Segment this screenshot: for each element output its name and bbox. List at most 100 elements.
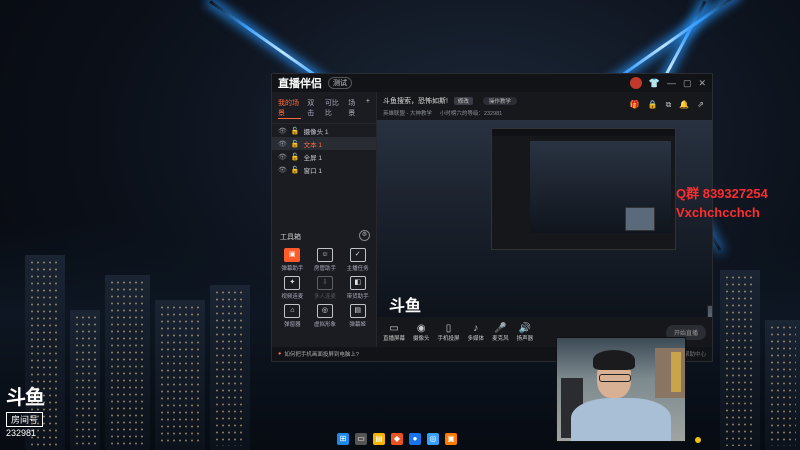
source-button[interactable]: ▯ 手机投屏 [438,323,460,342]
app2-icon[interactable]: ● [409,433,421,445]
shirt-icon[interactable]: 👕 [649,78,660,89]
status-text[interactable]: 如何把手机画面投屏到电脑上? [284,350,359,358]
game-category: 英雄联盟 - 大神教学 [383,111,432,117]
tool-icon: ▣ [284,248,301,262]
edit-chip[interactable]: 修改 [453,97,473,105]
tab-scene[interactable]: 场景 [348,98,360,119]
tool-item[interactable]: ◎ 虚拟形象 [309,304,342,328]
tab-double[interactable]: 双击 [307,98,319,119]
square-icon[interactable]: ▢ [683,78,692,89]
wechat-overlay: Vxchchcchch [676,205,760,220]
tool-label: 主播任务 [346,266,369,272]
help-center-link[interactable]: 帮助中心 [684,350,706,358]
taskview-icon[interactable]: ▭ [355,433,367,445]
source-button[interactable]: 🔊 扬声器 [517,323,534,342]
tool-icon: ⌂ [284,304,301,318]
lock-icon[interactable]: 🔓 [291,153,300,161]
scene-item[interactable]: 👁 🔓 文本 1 [272,137,376,150]
source-button[interactable]: 🎤 麦克风 [492,323,509,342]
live-companion-window: 直播伴侣 测试 👕 — ▢ ✕ 我的场景 双击 可比比 场景 + 👁 🔓 摄像头 1… [271,73,713,362]
version-badge[interactable]: 测试 [328,77,352,89]
lock-icon[interactable]: 🔓 [291,166,300,174]
share-icon[interactable]: ⇗ [697,100,704,110]
eye-icon[interactable]: 👁 [278,166,287,174]
room-label: 房间号 [6,412,44,427]
tool-icon: ☺ [316,248,333,262]
tool-item[interactable]: ▣ 弹幕助手 [276,248,309,272]
webcam-overlay [556,337,686,442]
tab-my-scenes[interactable]: 我的场景 [278,98,302,119]
scene-item[interactable]: 👁 🔓 窗口 1 [272,163,376,176]
tool-item[interactable]: ◧ 带货助手 [341,276,374,300]
copy-icon[interactable]: ⧉ [666,100,672,110]
bell-icon[interactable]: 🔔 [679,100,689,110]
tool-item[interactable]: ✓ 主播任务 [341,248,374,272]
scene-item[interactable]: 👁 🔓 全屏 1 [272,150,376,163]
tab-compare[interactable]: 可比比 [325,98,342,119]
close-icon[interactable]: ✕ [698,78,706,89]
douyu-logo: 斗鱼 [6,387,45,409]
scene-item[interactable]: 👁 🔓 摄像头 1 [272,124,376,137]
question-icon: ● [278,351,282,357]
tool-item[interactable]: ▤ 弹幕姬 [341,304,374,328]
category-chip[interactable]: 操作教学 [482,97,517,105]
tool-icon: ▤ [349,304,366,318]
folder-icon[interactable]: ▤ [373,433,385,445]
scene-list: 👁 🔓 摄像头 1 👁 🔓 文本 1 👁 🔓 全屏 1 👁 🔓 窗口 1 [272,124,376,176]
tray-dot [695,437,701,443]
scene-name: 窗口 1 [303,167,323,175]
eye-icon[interactable]: 👁 [278,127,287,135]
tool-label: 弹幕姬 [349,322,366,328]
tool-label: 虚拟形象 [313,322,336,328]
add-scene-button[interactable]: + [366,98,370,119]
tool-item[interactable]: ⌂ 弹窗器 [276,304,309,328]
browser-icon[interactable]: ◎ [427,433,439,445]
rank-info: 小时榜六的等级：232981 [439,111,503,117]
source-label: 多媒体 [467,335,485,342]
stream-preview[interactable]: 斗鱼 [377,120,712,328]
tool-icon: ◎ [316,304,333,318]
source-button[interactable]: ◉ 摄像头 [413,323,430,342]
lock-icon[interactable]: 🔓 [291,127,300,135]
tool-item[interactable]: ⇩ 多人连麦 [309,276,342,300]
tool-label: 弹窗器 [284,322,301,328]
lock-icon[interactable]: 🔒 [648,100,658,110]
eye-icon[interactable]: 👁 [278,140,287,148]
source-label: 扬声器 [516,335,534,342]
windows-icon[interactable]: ⊞ [337,433,349,445]
scene-panel: 我的场景 双击 可比比 场景 + 👁 🔓 摄像头 1 👁 🔓 文本 1 👁 🔓 全屏 1 👁 🔓 窗口… [272,92,377,347]
main-area: 斗鱼搜索，恐怖如斯! 修改 操作教学 英雄联盟 - 大神教学 小时榜六的等级：2… [377,92,712,347]
tool-item[interactable]: ☺ 房管助手 [309,248,342,272]
source-icon: ♪ [473,322,479,334]
preview-douyu-logo: 斗鱼 [389,298,422,315]
source-icon: 🔊 [518,322,532,334]
room-title[interactable]: 斗鱼搜索，恐怖如斯! [383,98,448,105]
title-bar[interactable]: 直播伴侣 测试 👕 — ▢ ✕ [272,74,712,92]
tool-icon: ◧ [349,276,366,290]
douyu-icon[interactable]: ▣ [445,433,457,445]
lock-icon[interactable]: 🔓 [291,140,300,148]
source-label: 直播屏幕 [383,335,406,342]
scene-name: 全屏 1 [303,154,323,162]
tool-item[interactable]: ✦ 视频连麦 [276,276,309,300]
minus-icon[interactable]: — [667,78,676,88]
toolbox-title: 工具箱 [280,234,301,241]
room-number: 232981 [6,428,37,438]
user-avatar[interactable] [629,77,642,89]
gift-icon[interactable]: 🎁 [630,100,640,110]
source-label: 摄像头 [413,335,430,342]
eye-icon[interactable]: 👁 [278,153,287,161]
tool-label: 房管助手 [313,266,336,272]
tool-label: 带货助手 [346,294,369,300]
qq-group-overlay: Q群 839327254 [676,186,768,201]
source-button[interactable]: ♪ 多媒体 [468,323,485,342]
toolbox-settings-icon[interactable]: ⚙ [359,230,370,241]
source-button[interactable]: ▭ 直播屏幕 [383,323,405,342]
source-icon: 🎤 [494,322,507,334]
app1-icon[interactable]: ◆ [391,433,403,445]
tool-label: 视频连麦 [281,294,304,300]
tool-label: 多人连麦 [313,294,336,300]
source-icon: ▯ [445,322,452,334]
toolbox-grid: ▣ 弹幕助手 ☺ 房管助手 ✓ 主播任务 ✦ 视频连麦 ⇩ 多人连麦 ◧ 带货助手 ⌂ 弹窗器 ◎ 虚拟形象 ▤… [276,248,374,328]
tool-icon: ✦ [284,276,301,290]
